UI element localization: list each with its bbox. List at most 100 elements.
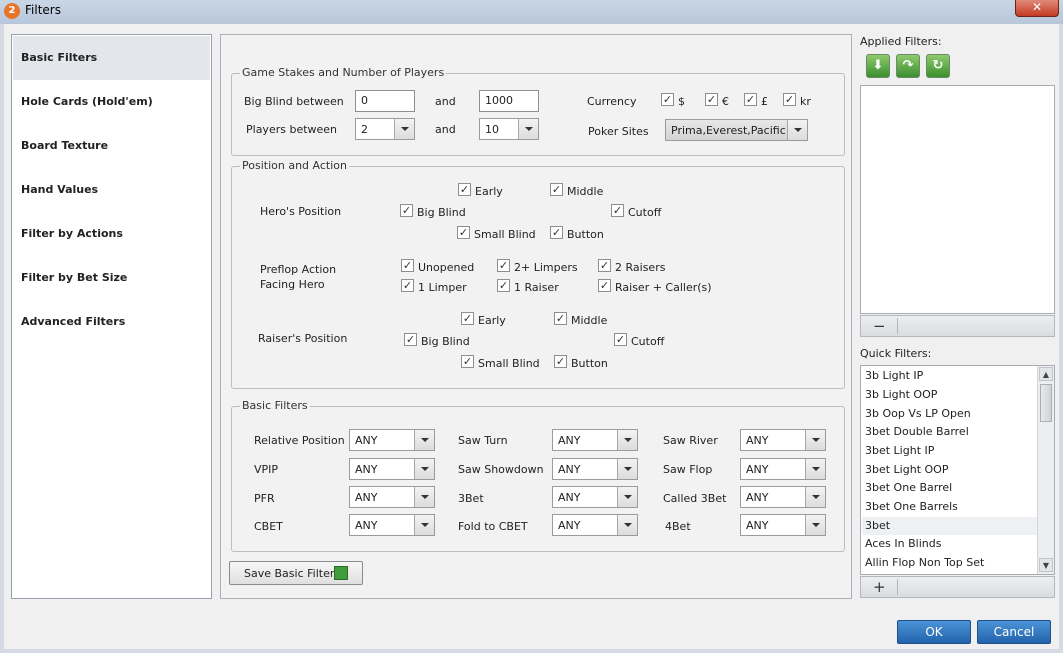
saw-river-select[interactable]: ANY bbox=[740, 429, 826, 451]
chevron-down-icon[interactable] bbox=[617, 515, 637, 535]
list-item[interactable]: 3bet Light OOP bbox=[862, 461, 1037, 479]
currency-usd-checkbox[interactable] bbox=[661, 93, 674, 106]
raiser-button-checkbox[interactable] bbox=[554, 355, 567, 368]
preflop-raiser-caller-label: Raiser + Caller(s) bbox=[615, 281, 712, 294]
hero-small-blind-checkbox[interactable] bbox=[457, 226, 470, 239]
big-blind-max-input[interactable]: 1000 bbox=[479, 90, 539, 112]
poker-sites-label: Poker Sites bbox=[588, 125, 649, 138]
chevron-down-icon[interactable] bbox=[805, 459, 825, 479]
chevron-down-icon[interactable] bbox=[805, 430, 825, 450]
hero-big-blind-label: Big Blind bbox=[417, 206, 466, 219]
applied-filters-label: Applied Filters: bbox=[860, 35, 942, 48]
poker-sites-select[interactable]: Prima,Everest,Pacific bbox=[665, 119, 808, 141]
chevron-down-icon[interactable] bbox=[787, 120, 807, 140]
preflop-1-limper-checkbox[interactable] bbox=[401, 279, 414, 292]
scroll-down-icon[interactable]: ▼ bbox=[1039, 558, 1053, 572]
list-item[interactable]: 3bet Light IP bbox=[862, 442, 1037, 460]
scroll-thumb[interactable] bbox=[1040, 384, 1052, 422]
preflop-raiser-caller-checkbox[interactable] bbox=[598, 279, 611, 292]
chevron-down-icon[interactable] bbox=[414, 459, 434, 479]
chevron-down-icon[interactable] bbox=[805, 487, 825, 507]
currency-kr-checkbox[interactable] bbox=[783, 93, 796, 106]
list-item[interactable]: 3b Light OOP bbox=[862, 386, 1037, 404]
close-button[interactable]: ✕ bbox=[1015, 0, 1059, 17]
list-item[interactable]: 3b Light IP bbox=[862, 367, 1037, 385]
raiser-middle-checkbox[interactable] bbox=[554, 312, 567, 325]
raiser-small-blind-checkbox[interactable] bbox=[461, 355, 474, 368]
called-3bet-select[interactable]: ANY bbox=[740, 486, 826, 508]
hero-button-checkbox[interactable] bbox=[550, 226, 563, 239]
raiser-button-label: Button bbox=[571, 357, 608, 370]
ok-button[interactable]: OK bbox=[897, 620, 971, 644]
chevron-down-icon[interactable] bbox=[617, 487, 637, 507]
apply-filter-icon[interactable]: ↻ bbox=[926, 54, 950, 78]
hero-big-blind-checkbox[interactable] bbox=[400, 204, 413, 217]
pfr-value: ANY bbox=[355, 491, 378, 504]
raiser-cutoff-checkbox[interactable] bbox=[614, 333, 627, 346]
quick-filters-list[interactable]: 3b Light IP 3b Light OOP 3b Oop Vs LP Op… bbox=[860, 365, 1055, 575]
add-filter-button[interactable]: + bbox=[873, 578, 886, 596]
saw-showdown-select[interactable]: ANY bbox=[552, 458, 638, 480]
hero-cutoff-checkbox[interactable] bbox=[611, 204, 624, 217]
chevron-down-icon[interactable] bbox=[617, 430, 637, 450]
preflop-2plus-limpers-checkbox[interactable] bbox=[497, 259, 510, 272]
3bet-select[interactable]: ANY bbox=[552, 486, 638, 508]
4bet-select[interactable]: ANY bbox=[740, 514, 826, 536]
preflop-1-raiser-checkbox[interactable] bbox=[497, 279, 510, 292]
relative-position-select[interactable]: ANY bbox=[349, 429, 435, 451]
remove-filter-button[interactable]: − bbox=[873, 317, 886, 335]
players-max-select[interactable]: 10 bbox=[479, 118, 539, 140]
fold-to-cbet-value: ANY bbox=[558, 519, 581, 532]
raiser-big-blind-checkbox[interactable] bbox=[404, 333, 417, 346]
list-item[interactable]: 3bet One Barrels bbox=[862, 498, 1037, 516]
nav-item-advanced-filters[interactable]: Advanced Filters bbox=[13, 300, 210, 344]
list-item[interactable]: 3bet bbox=[862, 517, 1037, 535]
list-item[interactable]: Aces In Blinds bbox=[862, 535, 1037, 553]
nav-item-basic-filters[interactable]: Basic Filters bbox=[13, 36, 210, 80]
saw-flop-value: ANY bbox=[746, 463, 769, 476]
chevron-down-icon[interactable] bbox=[414, 515, 434, 535]
list-item[interactable]: 3b Oop Vs LP Open bbox=[862, 405, 1037, 423]
list-item[interactable]: 3bet Double Barrel bbox=[862, 423, 1037, 441]
raiser-cutoff-label: Cutoff bbox=[631, 335, 665, 348]
saw-turn-select[interactable]: ANY bbox=[552, 429, 638, 451]
saw-flop-select[interactable]: ANY bbox=[740, 458, 826, 480]
currency-eur-checkbox[interactable] bbox=[705, 93, 718, 106]
chevron-down-icon[interactable] bbox=[518, 119, 538, 139]
game-stakes-title: Game Stakes and Number of Players bbox=[240, 66, 447, 79]
nav-item-hole-cards[interactable]: Hole Cards (Hold'em) bbox=[13, 80, 210, 124]
vpip-select[interactable]: ANY bbox=[349, 458, 435, 480]
raiser-early-checkbox[interactable] bbox=[461, 312, 474, 325]
chevron-down-icon[interactable] bbox=[617, 459, 637, 479]
hero-early-checkbox[interactable] bbox=[458, 183, 471, 196]
preflop-unopened-checkbox[interactable] bbox=[401, 259, 414, 272]
list-item[interactable]: 3bet One Barrel bbox=[862, 479, 1037, 497]
called-3bet-value: ANY bbox=[746, 491, 769, 504]
save-basic-filters-button[interactable]: Save Basic Filters bbox=[229, 561, 363, 585]
chevron-down-icon[interactable] bbox=[805, 515, 825, 535]
load-filter-icon[interactable]: ↷ bbox=[896, 54, 920, 78]
cbet-select[interactable]: ANY bbox=[349, 514, 435, 536]
nav-item-filter-by-bet-size[interactable]: Filter by Bet Size bbox=[13, 256, 210, 300]
chevron-down-icon[interactable] bbox=[414, 430, 434, 450]
nav-item-hand-values[interactable]: Hand Values bbox=[13, 168, 210, 212]
hero-middle-checkbox[interactable] bbox=[550, 183, 563, 196]
and-label: and bbox=[435, 123, 456, 136]
nav-item-board-texture[interactable]: Board Texture bbox=[13, 124, 210, 168]
players-min-select[interactable]: 2 bbox=[355, 118, 415, 140]
applied-filters-list[interactable] bbox=[860, 85, 1055, 314]
fold-to-cbet-select[interactable]: ANY bbox=[552, 514, 638, 536]
chevron-down-icon[interactable] bbox=[394, 119, 414, 139]
nav-item-filter-by-actions[interactable]: Filter by Actions bbox=[13, 212, 210, 256]
pfr-select[interactable]: ANY bbox=[349, 486, 435, 508]
save-basic-filters-label: Save Basic Filters bbox=[244, 567, 341, 580]
scroll-up-icon[interactable]: ▲ bbox=[1039, 367, 1053, 381]
list-item[interactable]: Allin Flop Non Top Set bbox=[862, 554, 1037, 572]
quick-filters-scrollbar[interactable]: ▲ ▼ bbox=[1037, 366, 1054, 574]
currency-gbp-checkbox[interactable] bbox=[744, 93, 757, 106]
cancel-button[interactable]: Cancel bbox=[977, 620, 1051, 644]
chevron-down-icon[interactable] bbox=[414, 487, 434, 507]
save-filter-icon[interactable]: ⬇ bbox=[866, 54, 890, 78]
big-blind-min-input[interactable]: 0 bbox=[355, 90, 415, 112]
preflop-2-raisers-checkbox[interactable] bbox=[598, 259, 611, 272]
